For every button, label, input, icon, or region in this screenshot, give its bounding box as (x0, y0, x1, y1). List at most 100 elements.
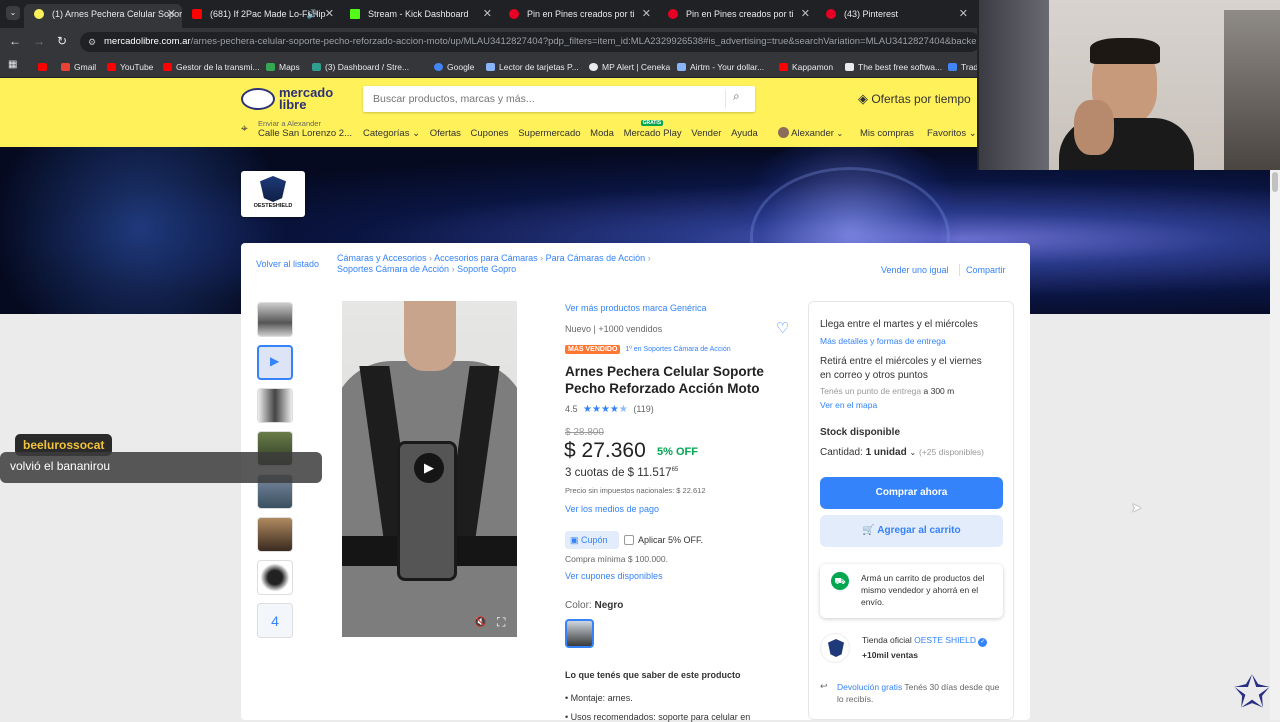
bookmark-kappamon[interactable]: Kappamon (779, 59, 833, 75)
tab-pinterest-1[interactable]: Pin en Pines creados por ti ✕ (499, 4, 657, 28)
mute-icon[interactable]: 🔇 (474, 617, 486, 628)
tab-youtube[interactable]: (681) If 2Pac Made Lo-Fi Hip 🔊 ✕ (182, 4, 340, 28)
webcam-shelf-right (1224, 10, 1280, 170)
bookmark-label: MP Alert | Ceneka (602, 62, 671, 72)
breadcrumb-item[interactable]: Para Cámaras de Acción (546, 253, 646, 263)
cart-icon: 🛒 (862, 525, 875, 536)
tab-label: Pin en Pines creados por ti (686, 9, 794, 19)
thumbnail-video[interactable]: ▶ (257, 345, 293, 380)
apps-grid-icon[interactable]: ▦ (8, 59, 17, 70)
close-tab-icon[interactable]: ✕ (959, 4, 968, 24)
close-tab-icon[interactable]: ✕ (167, 4, 176, 24)
software-icon (845, 63, 854, 71)
mercadolibre-logo[interactable]: mercado libre (241, 86, 336, 114)
thumbnail-image[interactable] (257, 517, 293, 552)
badge-rank-link[interactable]: 1º en Soportes Cámara de Acción (625, 346, 730, 353)
coupons-link[interactable]: Ver cupones disponibles (565, 571, 663, 581)
thumbnail-image[interactable] (257, 560, 293, 595)
play-icon: ▶ (270, 354, 280, 368)
seller-name-link[interactable]: OESTE SHIELD (914, 635, 976, 645)
speaker-icon[interactable]: 🔊 (307, 4, 318, 24)
tab-pinterest-2[interactable]: Pin en Pines creados por ti ✕ (658, 4, 816, 28)
thumbnail-image[interactable] (257, 388, 293, 423)
breadcrumb-item[interactable]: Soportes Cámara de Acción (337, 264, 449, 274)
breadcrumb: Cámaras y Accesorios › Accesorios para C… (337, 253, 651, 274)
share-link[interactable]: Compartir (966, 265, 1006, 275)
user-menu[interactable]: Alexander ⌄ (778, 127, 843, 139)
heart-icon[interactable]: ♡ (776, 319, 789, 337)
nav-mercado-play[interactable]: GRATIS Mercado Play (624, 120, 682, 139)
location-selector[interactable]: ⌖ Enviar a Alexander Calle San Lorenzo 2… (241, 119, 356, 145)
delivery-primary: Llega entre el martes y el miércoles (820, 319, 978, 330)
nav-cupones[interactable]: Cupones (471, 128, 509, 139)
site-info-icon[interactable]: ⚙ (88, 32, 96, 52)
nav-ofertas[interactable]: Ofertas (430, 128, 461, 139)
back-arrow-icon[interactable]: ← (9, 34, 21, 48)
bookmark-airtm[interactable]: Airtm - Your dollar... (677, 59, 764, 75)
bookmark-youtube[interactable]: YouTube (107, 59, 153, 75)
tab-list-icon[interactable]: ⌄ (6, 6, 20, 20)
forward-arrow-icon[interactable]: → (33, 34, 45, 48)
close-tab-icon[interactable]: ✕ (483, 4, 492, 24)
promo-link[interactable]: ◈ Ofertas por tiempo (858, 91, 971, 107)
delivery-details-link[interactable]: Más detalles y formas de entrega (820, 336, 946, 346)
pickup-line1: Retirá entre el miércoles y el viernes (820, 356, 982, 367)
search-box[interactable]: ⌕ (363, 86, 755, 112)
sell-similar-link[interactable]: Vender uno igual (881, 265, 949, 275)
add-to-cart-button[interactable]: 🛒 Agregar al carrito (820, 515, 1003, 547)
airtm-icon (677, 63, 686, 71)
rating[interactable]: 4.5 ★★★★★ (119) (565, 404, 654, 415)
nav-vender[interactable]: Vender (691, 128, 721, 139)
search-input[interactable] (373, 90, 713, 108)
quantity-selector[interactable]: Cantidad: 1 unidad ⌄ (+25 disponibles) (820, 447, 984, 458)
bookmark-dashboard[interactable]: (3) Dashboard / Stre... (312, 59, 409, 75)
bookmark-gmail[interactable]: Gmail (61, 59, 96, 75)
search-icon[interactable]: ⌕ (733, 89, 740, 104)
bookmark-gestor[interactable]: Gestor de la transmi... (163, 59, 260, 75)
product-video[interactable]: ▶ 🔇 ⛶ (342, 301, 517, 637)
tab-mercadolibre[interactable]: (1) Arnes Pechera Celular Soporte ✕ (24, 4, 182, 28)
nav-moda[interactable]: Moda (590, 128, 614, 139)
returns-link[interactable]: Devolución gratis (837, 682, 902, 692)
mis-compras-link[interactable]: Mis compras (860, 128, 914, 139)
play-button[interactable]: ▶ (414, 453, 444, 483)
page-scrollbar[interactable] (1270, 170, 1280, 720)
thumbnail-image[interactable] (257, 302, 293, 337)
bookmark-maps[interactable]: Maps (266, 59, 300, 75)
webcam-feed (977, 0, 1280, 170)
seller-avatar[interactable] (820, 633, 850, 663)
close-tab-icon[interactable]: ✕ (325, 4, 334, 24)
favoritos-link[interactable]: Favoritos ⌄ (927, 128, 977, 139)
fullscreen-icon[interactable]: ⛶ (497, 615, 505, 630)
store-logo[interactable]: OESTESHIELD (241, 171, 305, 217)
breadcrumb-item[interactable]: Accesorios para Cámaras (434, 253, 538, 263)
coupon-apply[interactable]: Aplicar 5% OFF. (624, 535, 703, 545)
close-tab-icon[interactable]: ✕ (801, 4, 810, 24)
nav-supermercado[interactable]: Supermercado (518, 128, 580, 139)
buy-now-button[interactable]: Comprar ahora (820, 477, 1003, 509)
close-tab-icon[interactable]: ✕ (642, 4, 651, 24)
nav-ayuda[interactable]: Ayuda (731, 128, 758, 139)
payment-methods-link[interactable]: Ver los medios de pago (565, 504, 659, 514)
tab-pinterest-3[interactable]: (43) Pinterest ✕ (816, 4, 974, 28)
star-rating-icon: ★★★★★ (583, 404, 628, 415)
back-to-list-link[interactable]: Volver al listado (256, 259, 319, 269)
color-swatch-negro[interactable] (565, 619, 594, 648)
map-link[interactable]: Ver en el mapa (820, 400, 877, 410)
thumbnail-more[interactable]: 4 (257, 603, 293, 638)
brand-link[interactable]: Ver más productos marca Genérica (565, 303, 707, 313)
discount: 5% OFF (657, 446, 698, 458)
nav-categorias[interactable]: Categorías ⌄ (363, 128, 420, 139)
verified-icon: ✓ (978, 638, 988, 647)
coupon-checkbox[interactable] (624, 535, 634, 545)
breadcrumb-item[interactable]: Cámaras y Accesorios (337, 253, 427, 263)
bookmark-google[interactable]: Google (434, 59, 474, 75)
bookmark-lector[interactable]: Lector de tarjetas P... (486, 59, 579, 75)
address-bar[interactable]: ⚙ mercadolibre.com.ar/arnes-pechera-celu… (80, 32, 980, 52)
reload-icon[interactable]: ↻ (57, 34, 67, 48)
tab-kick[interactable]: Stream - Kick Dashboard ✕ (340, 4, 498, 28)
breadcrumb-item[interactable]: Soporte Gopro (457, 264, 516, 274)
bookmark-software[interactable]: The best free softwa... (845, 59, 942, 75)
bookmark-mpalert[interactable]: MP Alert | Ceneka (589, 59, 670, 75)
coupon-tag[interactable]: ▣ Cupón (565, 531, 619, 549)
